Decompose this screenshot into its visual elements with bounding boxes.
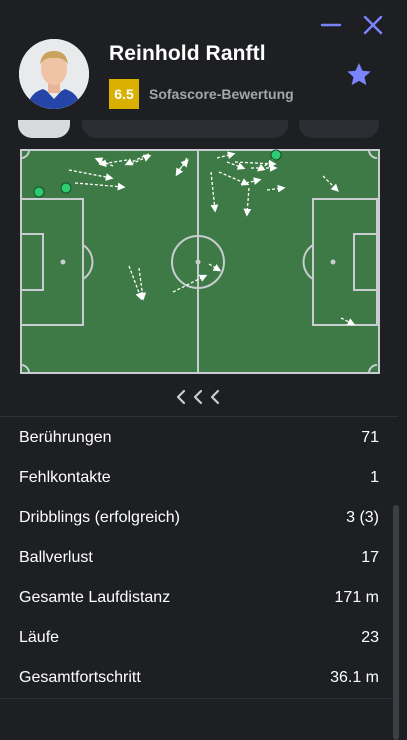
stat-label: Berührungen [19,429,112,446]
stat-label: Ballverlust [19,549,93,566]
player-name: Reinhold Ranftl [109,42,266,65]
stat-label: Gesamte Laufdistanz [19,589,171,606]
stat-row-miscontrols: Fehlkontakte 1 [0,458,398,498]
stat-row-possession-lost: Ballverlust 17 [0,538,398,578]
left-penalty-spot [60,259,66,265]
player-photo [19,39,89,109]
scrollbar[interactable] [393,505,399,740]
divider [0,416,398,417]
stat-value: 71 [361,429,379,446]
tab-selected[interactable] [18,120,70,138]
favorite-button[interactable] [344,60,374,90]
star-icon [347,63,371,86]
stat-value: 36.1 m [330,669,379,686]
action-dot [60,182,72,194]
action-dot [270,149,282,161]
stat-row-touches: Berührungen 71 [0,418,398,458]
minimize-button[interactable] [319,13,343,37]
pitch [20,149,380,374]
action-map [19,148,381,375]
heatmap-direction-toggle[interactable] [170,384,230,410]
stat-label: Fehlkontakte [19,469,111,486]
close-button[interactable] [361,13,385,37]
center-spot [195,259,201,265]
stat-value: 17 [361,549,379,566]
stat-row-progression: Gesamtfortschritt 36.1 m [0,658,398,698]
stat-row-dribbles: Dribblings (erfolgreich) 3 (3) [0,498,398,538]
divider [0,698,398,699]
close-icon [363,15,383,35]
stat-value: 171 m [334,589,379,606]
tab-3[interactable] [299,120,379,138]
chevron-left-icon [176,389,220,405]
player-header: Reinhold Ranftl 6.5 Sofascore-Bewertung [0,0,407,130]
rating-label: Sofascore-Bewertung [149,86,294,102]
stat-value: 23 [361,629,379,646]
action-dot [33,186,45,198]
stat-value: 1 [370,469,379,486]
stats-list: Berührungen 71 Fehlkontakte 1 Dribblings… [0,418,398,698]
stat-label: Gesamtfortschritt [19,669,141,686]
avatar [19,39,89,109]
minimize-icon [320,23,342,27]
stat-label: Dribblings (erfolgreich) [19,509,180,526]
right-penalty-spot [330,259,336,265]
stat-value: 3 (3) [346,509,379,526]
tab-2[interactable] [82,120,288,138]
rating-badge: 6.5 [109,79,139,109]
stat-row-distance: Gesamte Laufdistanz 171 m [0,578,398,618]
stat-label: Läufe [19,629,60,646]
stat-row-runs: Läufe 23 [0,618,398,658]
